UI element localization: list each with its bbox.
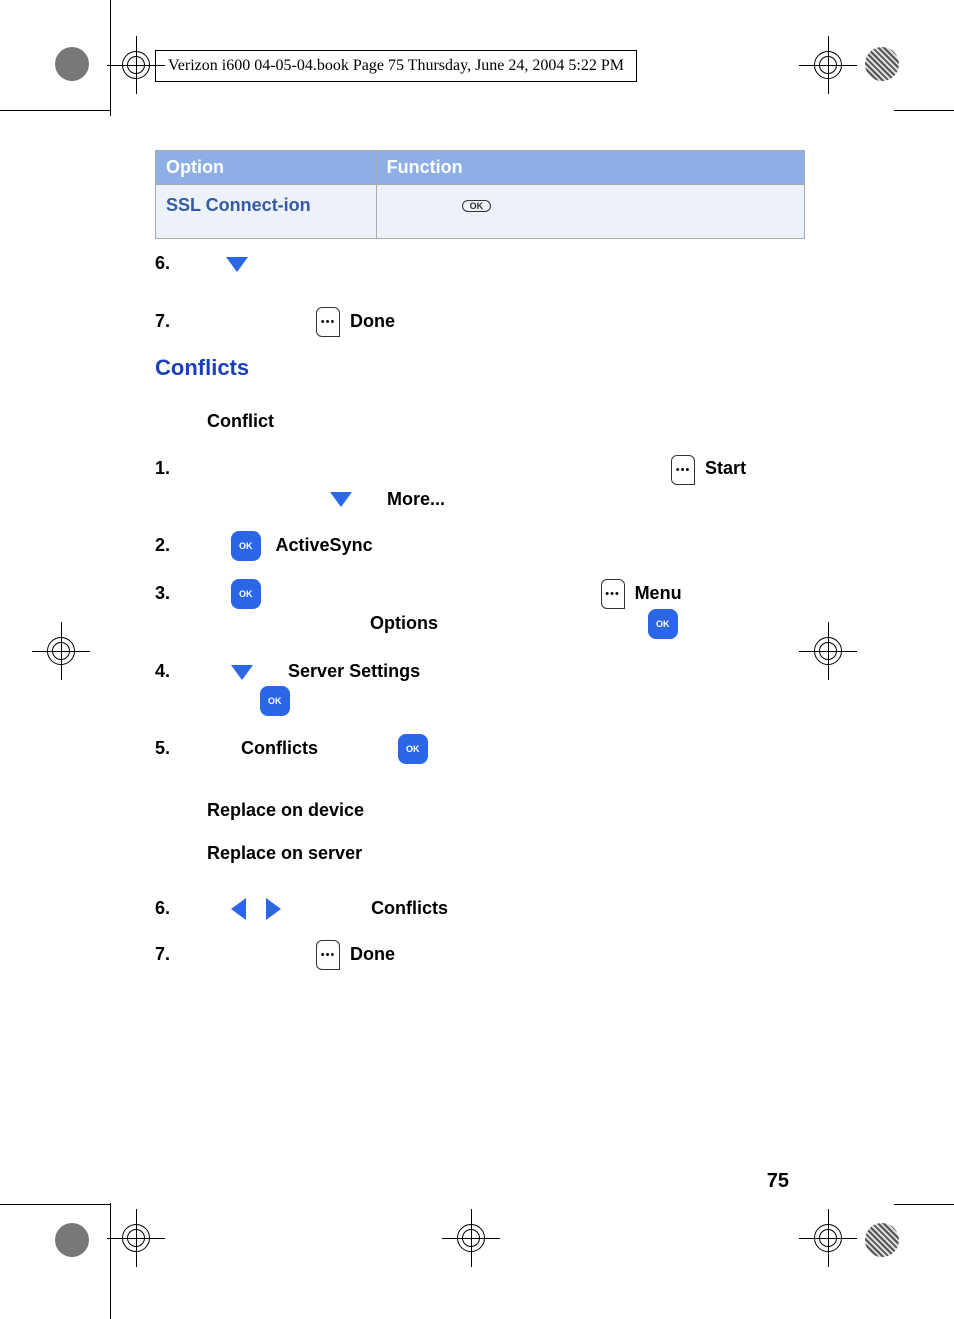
step-number: 6.: [155, 894, 181, 922]
crop-line: [110, 1203, 111, 1319]
crop-line: [0, 110, 110, 111]
registration-mark-icon: [450, 1217, 492, 1259]
replace-on-server-label: Replace on server: [207, 843, 805, 864]
step-number: 3.: [155, 579, 181, 607]
page-number: 75: [767, 1170, 789, 1193]
start-label: Start: [705, 458, 746, 478]
subheading-conflict: Conflict: [207, 411, 805, 432]
softkey-icon: •••: [601, 579, 625, 609]
table-header-row: Option Function: [156, 151, 805, 185]
crop-line: [110, 0, 111, 116]
step-4b: 4. Server Settings OK: [155, 657, 805, 715]
ok-outline-badge-icon: OK: [462, 200, 492, 212]
table-header-option: Option: [156, 151, 377, 185]
ok-badge-icon: OK: [260, 686, 290, 716]
table-cell-option: SSL Connect-ion: [156, 185, 377, 239]
page-content: Option Function SSL Connect-ion OK 6. 7.…: [155, 150, 805, 988]
step-number: 1.: [155, 454, 181, 482]
printer-circle-icon: [55, 1223, 89, 1257]
step-6a: 6.: [155, 249, 805, 277]
registration-mark-icon: [115, 1217, 157, 1259]
step-number: 2.: [155, 531, 181, 559]
section-title-conflicts: Conflicts: [155, 355, 805, 381]
table-cell-function: OK: [376, 185, 804, 239]
softkey-icon: •••: [671, 455, 695, 485]
registration-mark-icon: [807, 1217, 849, 1259]
down-arrow-icon: [231, 665, 253, 680]
menu-label: Menu: [635, 583, 682, 603]
replace-on-device-label: Replace on device: [207, 800, 805, 821]
left-arrow-icon: [231, 898, 246, 920]
ok-badge-icon: OK: [398, 734, 428, 764]
right-arrow-icon: [266, 898, 281, 920]
step-3b: 3. OK ••• Menu Options OK: [155, 579, 805, 640]
printer-circle-pattern-icon: [865, 1223, 899, 1257]
step-2b: 2. OK ActiveSync: [155, 531, 805, 561]
step-7c: 7. ••• Done: [155, 940, 805, 970]
table-header-function: Function: [376, 151, 804, 185]
softkey-icon: •••: [316, 940, 340, 970]
printer-circle-pattern-icon: [865, 47, 899, 81]
server-settings-label: Server Settings: [288, 661, 420, 681]
table-row: SSL Connect-ion OK: [156, 185, 805, 239]
step-number: 7.: [155, 307, 181, 335]
crop-line: [894, 110, 954, 111]
registration-mark-icon: [807, 44, 849, 86]
options-label: Options: [370, 613, 438, 633]
conflicts-label: Conflicts: [371, 898, 448, 918]
page-header-meta: Verizon i600 04-05-04.book Page 75 Thurs…: [155, 50, 637, 82]
conflicts-label: Conflicts: [241, 738, 318, 758]
step-number: 7.: [155, 940, 181, 968]
down-arrow-icon: [330, 492, 352, 507]
step-7a: 7. ••• Done: [155, 307, 805, 337]
registration-mark-icon: [807, 630, 849, 672]
step-number: 4.: [155, 657, 181, 685]
done-label: Done: [350, 944, 395, 964]
done-label: Done: [350, 311, 395, 331]
softkey-icon: •••: [316, 307, 340, 337]
step-number: 6.: [155, 249, 181, 277]
printer-circle-icon: [55, 47, 89, 81]
more-label: More...: [387, 489, 445, 509]
options-table: Option Function SSL Connect-ion OK: [155, 150, 805, 239]
ok-badge-icon: OK: [231, 531, 261, 561]
ok-badge-icon: OK: [648, 609, 678, 639]
registration-mark-icon: [40, 630, 82, 672]
step-number: 5.: [155, 734, 181, 762]
step-1b: 1. ••• Start More...: [155, 454, 805, 512]
crop-line: [0, 1204, 110, 1205]
activesync-label: ActiveSync: [276, 535, 373, 555]
crop-line: [894, 1204, 954, 1205]
registration-mark-icon: [115, 44, 157, 86]
ok-badge-icon: OK: [231, 579, 261, 609]
down-arrow-icon: [226, 257, 248, 272]
step-6c: 6. Conflicts: [155, 894, 805, 922]
step-5b: 5. Conflicts OK: [155, 734, 805, 764]
